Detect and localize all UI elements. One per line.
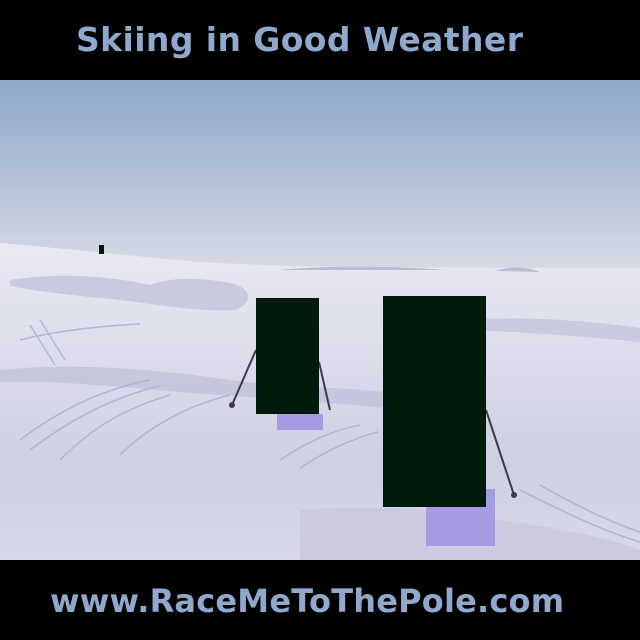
sky bbox=[0, 80, 640, 272]
snow-landscape-photo bbox=[0, 80, 640, 560]
footer-bar: www.RaceMeToThePole.com bbox=[0, 560, 640, 640]
photo-canvas bbox=[0, 80, 640, 560]
figure-block-right bbox=[383, 296, 486, 507]
header-bar: Skiing in Good Weather bbox=[0, 0, 640, 80]
ski-block-left bbox=[277, 414, 323, 430]
website-url: www.RaceMeToThePole.com bbox=[50, 582, 565, 620]
distant-marker bbox=[99, 245, 104, 254]
poster-title: Skiing in Good Weather bbox=[76, 20, 524, 59]
pole-basket bbox=[229, 402, 235, 408]
poster: Skiing in Good Weather www.RaceMeToThePo… bbox=[0, 0, 640, 640]
figure-block-left bbox=[256, 298, 319, 414]
pole-basket bbox=[511, 492, 517, 498]
